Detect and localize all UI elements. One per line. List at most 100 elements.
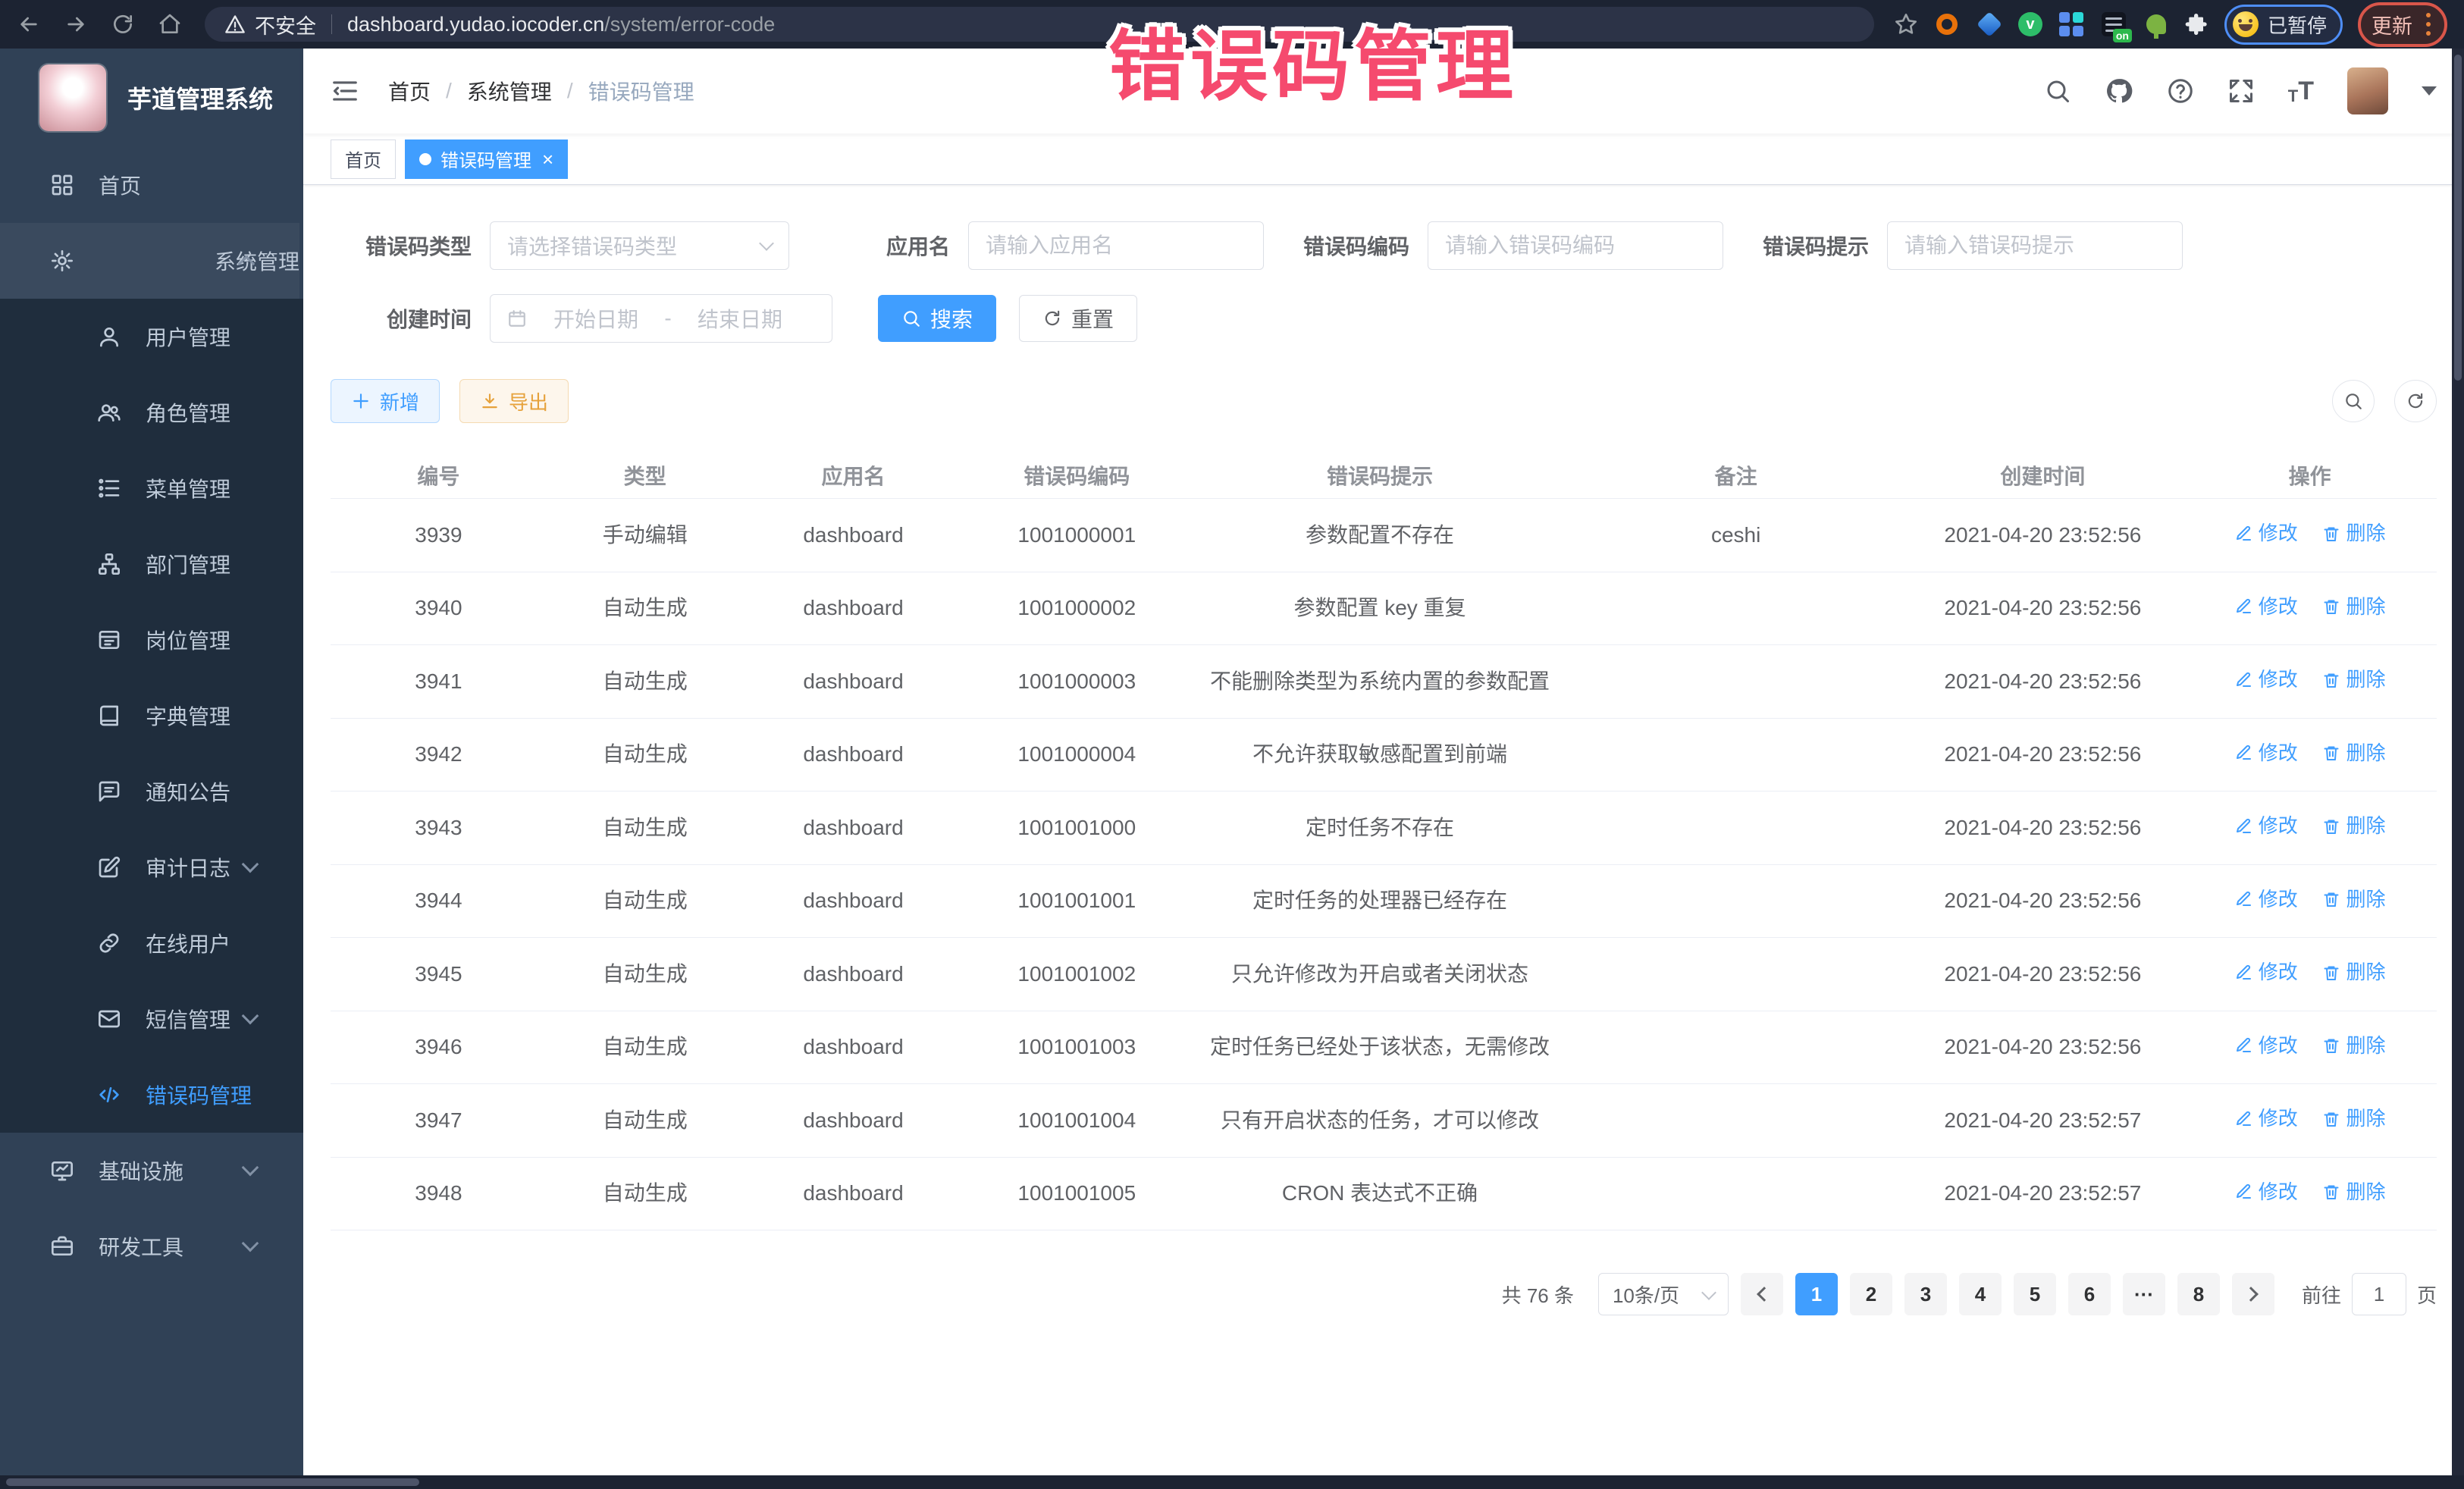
home-icon[interactable] bbox=[158, 12, 182, 36]
extensions-puzzle-icon[interactable] bbox=[2185, 12, 2209, 36]
edit-link[interactable]: 修改 bbox=[2234, 665, 2298, 694]
sidebar-item-post-management[interactable]: 岗位管理 bbox=[0, 602, 303, 678]
sidebar-item-sms-management[interactable]: 短信管理 bbox=[0, 981, 303, 1057]
extension-gem-icon[interactable] bbox=[1976, 11, 2003, 38]
scrollbar-thumb[interactable] bbox=[2454, 55, 2462, 381]
add-button[interactable]: 新增 bbox=[331, 379, 440, 423]
sidebar-item-user-management[interactable]: 用户管理 bbox=[0, 299, 303, 375]
sidebar-item-department-management[interactable]: 部门管理 bbox=[0, 526, 303, 602]
close-tab-icon[interactable]: × bbox=[542, 149, 553, 169]
edit-link[interactable]: 修改 bbox=[2234, 738, 2298, 768]
edit-link[interactable]: 修改 bbox=[2234, 592, 2298, 622]
font-size-icon[interactable]: TT bbox=[2288, 77, 2314, 106]
sidebar-item-notice[interactable]: 通知公告 bbox=[0, 754, 303, 829]
bookmark-star-icon[interactable] bbox=[1894, 12, 1918, 36]
search-button[interactable]: 搜索 bbox=[878, 295, 996, 342]
extension-grid-icon[interactable] bbox=[2058, 11, 2085, 38]
edit-link[interactable]: 修改 bbox=[2234, 1177, 2298, 1207]
sidebar-logo-row[interactable]: 芋道管理系统 bbox=[0, 49, 303, 147]
scrollbar-thumb[interactable] bbox=[6, 1478, 419, 1486]
app-name-input[interactable] bbox=[986, 234, 1246, 258]
delete-link[interactable]: 删除 bbox=[2322, 1104, 2386, 1133]
sidebar-item-home[interactable]: 首页 bbox=[0, 147, 303, 223]
delete-link[interactable]: 删除 bbox=[2322, 592, 2386, 622]
extension-orange-icon[interactable] bbox=[1933, 11, 1961, 38]
page-button-5[interactable]: 5 bbox=[2014, 1273, 2056, 1315]
tab-home[interactable]: 首页 bbox=[331, 139, 396, 179]
edit-link[interactable]: 修改 bbox=[2234, 885, 2298, 914]
edit-link[interactable]: 修改 bbox=[2234, 519, 2298, 548]
delete-link[interactable]: 删除 bbox=[2322, 665, 2386, 694]
error-code-input[interactable] bbox=[1445, 234, 1706, 258]
table-row: 3940 自动生成 dashboard 1001000002 参数配置 key … bbox=[331, 572, 2437, 646]
browser-update-chip[interactable]: 更新 bbox=[2358, 2, 2447, 47]
breadcrumb-home[interactable]: 首页 bbox=[388, 76, 431, 106]
delete-link[interactable]: 删除 bbox=[2322, 811, 2386, 841]
github-icon[interactable] bbox=[2105, 77, 2133, 105]
horizontal-scrollbar[interactable] bbox=[0, 1475, 2464, 1489]
sidebar-item-system-management[interactable]: 系统管理 bbox=[0, 223, 299, 299]
export-button[interactable]: 导出 bbox=[459, 379, 569, 423]
error-code-field[interactable] bbox=[1428, 221, 1723, 270]
user-avatar[interactable] bbox=[2347, 67, 2388, 114]
delete-link[interactable]: 删除 bbox=[2322, 1031, 2386, 1061]
create-time-label: 创建时间 bbox=[331, 303, 490, 334]
help-icon[interactable] bbox=[2167, 77, 2194, 105]
refresh-table-button[interactable] bbox=[2394, 380, 2437, 422]
start-date-placeholder[interactable]: 开始日期 bbox=[539, 303, 653, 334]
collapse-sidebar-icon[interactable] bbox=[331, 77, 359, 105]
next-page-button[interactable] bbox=[2232, 1273, 2274, 1315]
fullscreen-icon[interactable] bbox=[2227, 77, 2255, 105]
delete-link[interactable]: 删除 bbox=[2322, 519, 2386, 548]
prev-page-button[interactable] bbox=[1741, 1273, 1783, 1315]
error-hint-field[interactable] bbox=[1887, 221, 2183, 270]
sidebar-item-menu-management[interactable]: 菜单管理 bbox=[0, 450, 303, 526]
end-date-placeholder[interactable]: 结束日期 bbox=[683, 303, 797, 334]
sidebar-item-infrastructure[interactable]: 基础设施 bbox=[0, 1133, 303, 1208]
show-search-toggle-button[interactable] bbox=[2332, 380, 2375, 422]
error-hint-input[interactable] bbox=[1904, 234, 2165, 258]
search-icon[interactable] bbox=[2044, 77, 2071, 105]
error-type-select[interactable]: 请选择错误码类型 bbox=[490, 221, 789, 270]
edit-link[interactable]: 修改 bbox=[2234, 958, 2298, 987]
date-range-picker[interactable]: 开始日期 - 结束日期 bbox=[490, 294, 832, 343]
edit-link[interactable]: 修改 bbox=[2234, 1031, 2298, 1061]
reset-button[interactable]: 重置 bbox=[1019, 295, 1137, 342]
breadcrumb-system[interactable]: 系统管理 bbox=[467, 76, 552, 106]
page-button-6[interactable]: 6 bbox=[2068, 1273, 2111, 1315]
app-name-field[interactable] bbox=[968, 221, 1264, 270]
sidebar-item-dev-tools[interactable]: 研发工具 bbox=[0, 1208, 303, 1284]
url-bar[interactable]: 不安全 dashboard.yudao.iocoder.cn /system/e… bbox=[205, 7, 1874, 42]
more-pages-button[interactable]: ··· bbox=[2123, 1273, 2165, 1315]
reload-icon[interactable] bbox=[111, 12, 135, 36]
page-size-select[interactable]: 10条/页 bbox=[1598, 1273, 1729, 1315]
edit-link[interactable]: 修改 bbox=[2234, 1104, 2298, 1133]
extension-list-icon[interactable]: on bbox=[2100, 11, 2127, 38]
delete-link[interactable]: 删除 bbox=[2322, 738, 2386, 768]
page-button-1[interactable]: 1 bbox=[1795, 1273, 1838, 1315]
goto-page-input[interactable] bbox=[2352, 1273, 2406, 1315]
tab-error-code-management[interactable]: 错误码管理 × bbox=[405, 139, 568, 179]
forward-icon[interactable] bbox=[64, 12, 88, 36]
vertical-scrollbar[interactable] bbox=[2452, 49, 2464, 1475]
extension-green-icon[interactable]: v bbox=[2018, 12, 2042, 36]
browser-menu-icon[interactable] bbox=[2423, 13, 2434, 36]
sidebar-item-online-users[interactable]: 在线用户 bbox=[0, 905, 303, 981]
sidebar-item-dictionary-management[interactable]: 字典管理 bbox=[0, 678, 303, 754]
column-header-time: 创建时间 bbox=[1903, 461, 2183, 493]
page-button-4[interactable]: 4 bbox=[1959, 1273, 2002, 1315]
page-button-2[interactable]: 2 bbox=[1850, 1273, 1892, 1315]
extension-key-icon[interactable] bbox=[2143, 11, 2170, 38]
page-button-3[interactable]: 3 bbox=[1904, 1273, 1947, 1315]
user-menu-caret-icon[interactable] bbox=[2422, 86, 2437, 96]
page-button-8[interactable]: 8 bbox=[2177, 1273, 2220, 1315]
sidebar-item-role-management[interactable]: 角色管理 bbox=[0, 375, 303, 450]
sidebar-item-error-code-management[interactable]: 错误码管理 bbox=[0, 1057, 303, 1133]
profile-paused-pill[interactable]: 已暂停 bbox=[2224, 5, 2343, 45]
sidebar-item-audit-log[interactable]: 审计日志 bbox=[0, 829, 303, 905]
delete-link[interactable]: 删除 bbox=[2322, 1177, 2386, 1207]
edit-link[interactable]: 修改 bbox=[2234, 811, 2298, 841]
delete-link[interactable]: 删除 bbox=[2322, 885, 2386, 914]
delete-link[interactable]: 删除 bbox=[2322, 958, 2386, 987]
back-icon[interactable] bbox=[17, 12, 41, 36]
